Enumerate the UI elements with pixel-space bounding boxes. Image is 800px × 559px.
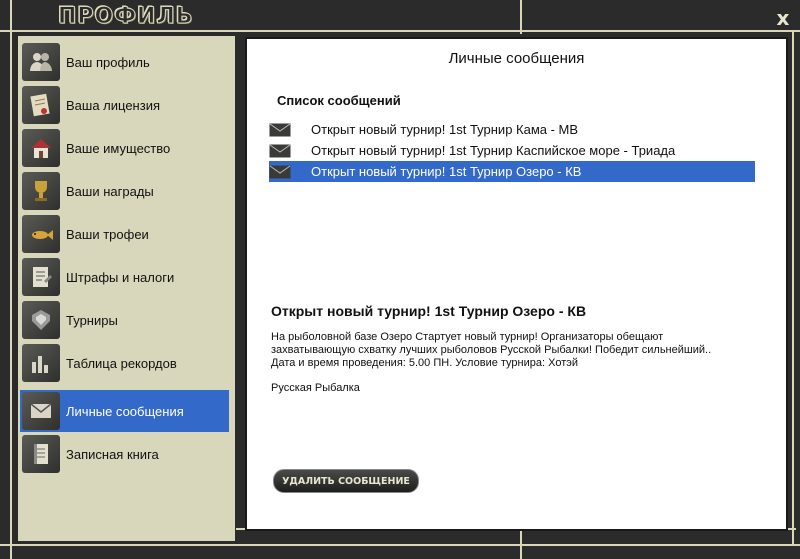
sidebar-item-trophies[interactable]: Ваши трофеи [20, 213, 229, 255]
sidebar-item-label: Ваш профиль [66, 54, 150, 70]
fish-icon [22, 215, 60, 253]
message-row[interactable]: Открыт новый турнир! 1st Турнир Каспийск… [269, 140, 755, 161]
sidebar-item-label: Ваша лицензия [66, 97, 160, 113]
sidebar-item-notebook[interactable]: Записная книга [20, 433, 229, 475]
page-title: Личные сообщения [448, 50, 585, 67]
close-icon: x [776, 6, 790, 30]
tournament-icon [22, 301, 60, 339]
notebook-icon [22, 435, 60, 473]
delete-message-button[interactable]: УДАЛИТЬ СООБЩЕНИЕ [273, 469, 419, 493]
envelope-icon [269, 144, 291, 157]
license-icon [22, 86, 60, 124]
frame-line-left [10, 0, 12, 559]
sidebar-item-property[interactable]: Ваше имущество [20, 127, 229, 169]
frame-line-right [520, 0, 522, 34]
sidebar-item-label: Ваши награды [66, 183, 154, 199]
sidebar-item-records[interactable]: Таблица рекордов [20, 342, 229, 384]
sidebar-item-messages[interactable]: Личные сообщения [20, 390, 229, 432]
sidebar-item-label: Таблица рекордов [66, 355, 177, 371]
message-list-title: Список сообщений [277, 93, 401, 108]
message-body-line: захватывающую схватку лучших рыболовов Р… [271, 344, 712, 356]
envelope-icon [269, 123, 291, 136]
frame-line-top [0, 30, 800, 32]
message-subject: Открыт новый турнир! 1st Турнир Каспийск… [311, 143, 676, 158]
sidebar-item-label: Личные сообщения [66, 403, 184, 419]
sidebar-item-label: Турниры [66, 312, 118, 328]
message-detail-title: Открыт новый турнир! 1st Турнир Озеро - … [271, 303, 587, 319]
sidebar-item-license[interactable]: Ваша лицензия [20, 84, 229, 126]
message-body-line: На рыболовной базе Озеро Стартует новый … [271, 331, 664, 343]
frame-line-bottom-mid [520, 528, 522, 559]
sidebar-item-awards[interactable]: Ваши награды [20, 170, 229, 212]
sidebar-item-label: Ваше имущество [66, 140, 171, 156]
sidebar-item-label: Штрафы и налоги [66, 269, 175, 285]
window-title: ПРОФИЛЬ [58, 4, 194, 30]
document-icon [22, 258, 60, 296]
close-button[interactable]: x [774, 6, 792, 30]
sidebar-item-tournaments[interactable]: Турниры [20, 299, 229, 341]
messages-panel: Личные сообщения Список сообщений Открыт… [245, 37, 788, 531]
message-subject: Открыт новый турнир! 1st Турнир Озеро - … [311, 164, 582, 179]
sidebar-item-fines[interactable]: Штрафы и налоги [20, 256, 229, 298]
house-icon [22, 129, 60, 167]
message-detail-body: На рыболовной базе Озеро Стартует новый … [271, 331, 776, 370]
message-row-selected[interactable]: Открыт новый турнир! 1st Турнир Озеро - … [269, 161, 755, 182]
sidebar-item-label: Ваши трофеи [66, 226, 149, 242]
bar-chart-icon [22, 344, 60, 382]
trophy-icon [22, 172, 60, 210]
sidebar-item-label: Записная книга [66, 446, 159, 462]
message-body-line: Дата и время проведения: 5.00 ПН. Услови… [271, 357, 578, 369]
envelope-icon [269, 165, 291, 178]
message-signature: Русская Рыбалка [271, 382, 360, 394]
sidebar: Ваш профиль Ваша лицензия Ваше имущество… [18, 36, 235, 541]
frame-line-bottom [0, 544, 800, 546]
envelope-icon [22, 392, 60, 430]
frame-line-right-vertical [792, 30, 794, 546]
users-icon [22, 43, 60, 81]
message-row[interactable]: Открыт новый турнир! 1st Турнир Кама - М… [269, 119, 755, 140]
message-subject: Открыт новый турнир! 1st Турнир Кама - М… [311, 122, 579, 137]
sidebar-item-profile[interactable]: Ваш профиль [20, 41, 229, 83]
